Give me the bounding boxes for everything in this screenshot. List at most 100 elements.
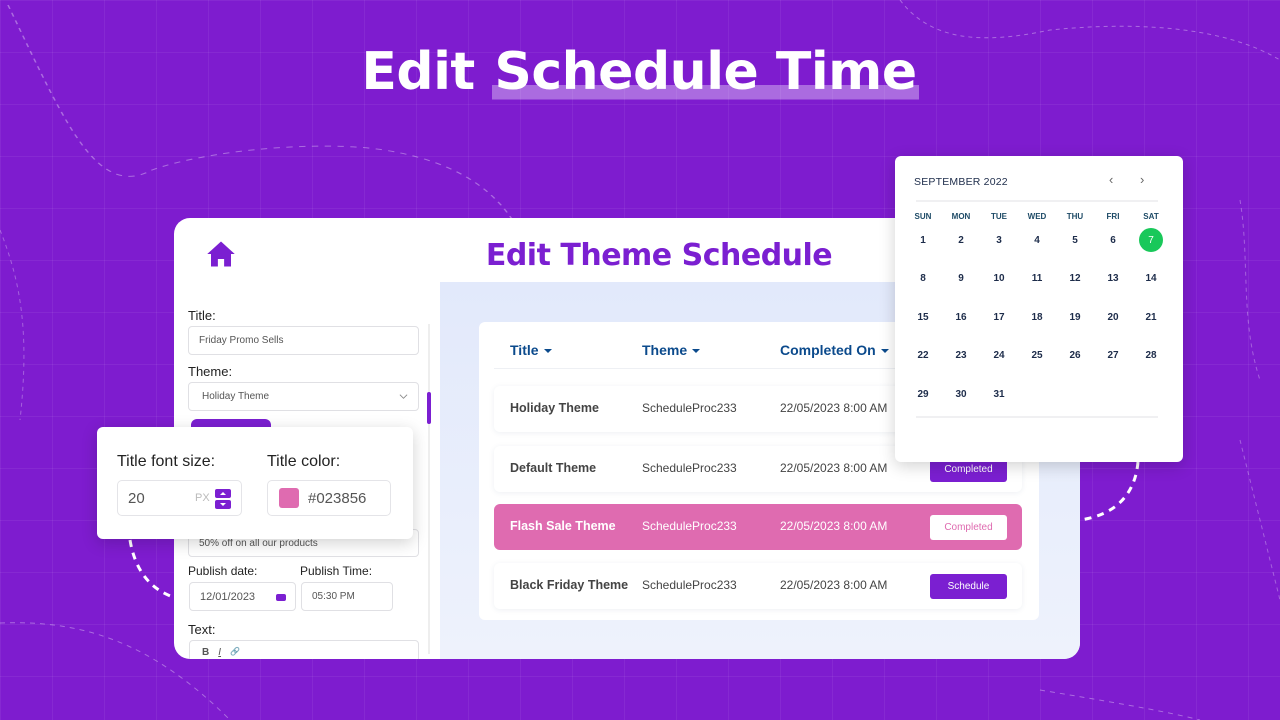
chevron-right-icon[interactable]: ›	[1140, 172, 1144, 187]
calendar-day[interactable]: 24	[980, 350, 1018, 361]
font-size-label: Title font size:	[117, 453, 216, 470]
calendar-day[interactable]: 2	[942, 235, 980, 246]
calendar-day[interactable]: 27	[1094, 350, 1132, 361]
calendar-day[interactable]: 19	[1056, 312, 1094, 323]
row-completed-on: 22/05/2023 8:00 AM	[780, 519, 888, 533]
column-header-theme-label: Theme	[642, 342, 688, 358]
calendar-day[interactable]: 23	[942, 350, 980, 361]
hero-title-plain: Edit	[361, 42, 493, 102]
font-size-stepper[interactable]	[215, 489, 231, 509]
weekday-label: TUE	[991, 212, 1007, 221]
status-button[interactable]: Completed	[930, 515, 1007, 540]
sort-caret-icon	[692, 349, 701, 353]
calendar-day[interactable]: 1	[904, 235, 942, 246]
title-label: Title:	[188, 308, 216, 323]
table-row[interactable]: Black Friday Theme ScheduleProc233 22/05…	[494, 563, 1022, 609]
theme-select[interactable]: Holiday Theme	[188, 382, 419, 411]
weekday-label: WED	[1027, 212, 1047, 221]
calendar-day[interactable]: 12	[1056, 273, 1094, 284]
calendar-day[interactable]: 9	[942, 273, 980, 284]
font-size-input[interactable]: 20 PX	[117, 480, 242, 516]
calendar-day[interactable]: 18	[1018, 312, 1056, 323]
row-title: Black Friday Theme	[510, 578, 629, 592]
title-input[interactable]: Friday Promo Sells	[188, 326, 419, 355]
title-color-input[interactable]: #023856	[267, 480, 391, 516]
calendar-bottom-divider	[916, 416, 1158, 418]
calendar-day[interactable]: 15	[904, 312, 942, 323]
table-row-highlighted[interactable]: Flash Sale Theme ScheduleProc233 22/05/2…	[494, 504, 1022, 550]
form-scrollbar-thumb[interactable]	[427, 392, 431, 424]
row-theme: ScheduleProc233	[642, 519, 737, 533]
calendar-day-selected[interactable]: 7	[1139, 228, 1163, 253]
calendar-day[interactable]: 25	[1018, 350, 1056, 361]
calendar-day[interactable]: 10	[980, 273, 1018, 284]
calendar-divider	[916, 200, 1158, 202]
publish-time-value: 05:30 PM	[312, 591, 355, 602]
publish-date-value: 12/01/2023	[200, 590, 256, 603]
row-completed-on: 22/05/2023 8:00 AM	[780, 401, 888, 415]
calendar-toggle-icon[interactable]	[276, 594, 286, 601]
row-title: Flash Sale Theme	[510, 519, 616, 533]
calendar-day[interactable]: 17	[980, 312, 1018, 323]
calendar-day[interactable]: 5	[1056, 235, 1094, 246]
publish-date-input[interactable]: 12/01/2023	[189, 582, 296, 611]
color-hex-value: #023856	[308, 489, 367, 507]
calendar-day[interactable]: 13	[1094, 273, 1132, 284]
theme-label: Theme:	[188, 364, 233, 379]
link-icon[interactable]: 🔗	[230, 647, 240, 658]
row-title: Holiday Theme	[510, 401, 599, 415]
column-header-completed-on-label: Completed On	[780, 342, 876, 358]
calendar-day[interactable]: 30	[942, 389, 980, 400]
calendar-day[interactable]: 8	[904, 273, 942, 284]
rich-text-editor[interactable]: B I 🔗	[189, 640, 419, 659]
title-style-popover: Title font size: 20 PX Title color: #023…	[97, 427, 413, 539]
form-scrollbar-track[interactable]	[428, 324, 430, 654]
text-label: Text:	[188, 622, 216, 637]
format-toolbar: B I 🔗	[202, 647, 240, 658]
calendar-day[interactable]: 11	[1018, 273, 1056, 284]
column-header-completed-on[interactable]: Completed On	[780, 342, 889, 358]
calendar-day[interactable]: 14	[1132, 273, 1170, 284]
weekday-label: FRI	[1106, 212, 1120, 221]
hero-title: Edit Schedule Time	[0, 42, 1280, 102]
row-completed-on: 22/05/2023 8:00 AM	[780, 578, 888, 592]
column-header-title-label: Title	[510, 342, 539, 358]
column-header-title[interactable]: Title	[510, 342, 552, 358]
stepper-down-icon[interactable]	[215, 500, 231, 509]
weekday-label: THU	[1066, 212, 1084, 221]
sort-caret-icon	[880, 349, 889, 353]
calendar-month-label: SEPTEMBER 2022	[914, 176, 1008, 188]
weekday-label: SUN	[914, 212, 932, 221]
weekday-label: SAT	[1143, 212, 1159, 221]
hero-title-highlight: Schedule Time	[492, 42, 919, 102]
calendar-week: 22 23 24 25 26 27 28	[904, 337, 1170, 376]
calendar-day[interactable]: 21	[1132, 312, 1170, 323]
calendar-day[interactable]: 20	[1094, 312, 1132, 323]
calendar-day[interactable]: 16	[942, 312, 980, 323]
calendar-week: 8 9 10 11 12 13 14	[904, 260, 1170, 299]
publish-time-label: Publish Time:	[300, 564, 373, 578]
calendar-week: 29 30 31	[904, 375, 1170, 414]
weekday-row: SUN MON TUE WED THU FRI SAT	[904, 212, 1170, 221]
schedule-button[interactable]: Schedule	[930, 574, 1007, 599]
theme-select-value: Holiday Theme	[202, 391, 270, 402]
calendar-day[interactable]: 26	[1056, 350, 1094, 361]
calendar-day[interactable]: 22	[904, 350, 942, 361]
stepper-up-icon[interactable]	[215, 489, 231, 498]
home-icon[interactable]	[206, 240, 236, 268]
chevron-left-icon[interactable]: ‹	[1109, 172, 1113, 187]
calendar-day[interactable]: 29	[904, 389, 942, 400]
calendar-day[interactable]: 28	[1132, 350, 1170, 361]
calendar-day[interactable]: 4	[1018, 235, 1056, 246]
calendar-day[interactable]: 6	[1094, 235, 1132, 246]
italic-button[interactable]: I	[218, 647, 221, 658]
column-header-theme[interactable]: Theme	[642, 342, 701, 358]
calendar-day[interactable]: 31	[980, 389, 1018, 400]
calendar-week: 15 16 17 18 19 20 21	[904, 298, 1170, 337]
calendar-day[interactable]: 3	[980, 235, 1018, 246]
publish-time-input[interactable]: 05:30 PM	[301, 582, 393, 611]
color-swatch[interactable]	[279, 488, 299, 508]
bold-button[interactable]: B	[202, 647, 209, 658]
calendar-grid: SUN MON TUE WED THU FRI SAT 1 2 3 4 5 6 7 8 9 10 1…	[904, 212, 1170, 414]
row-theme: ScheduleProc233	[642, 578, 737, 592]
